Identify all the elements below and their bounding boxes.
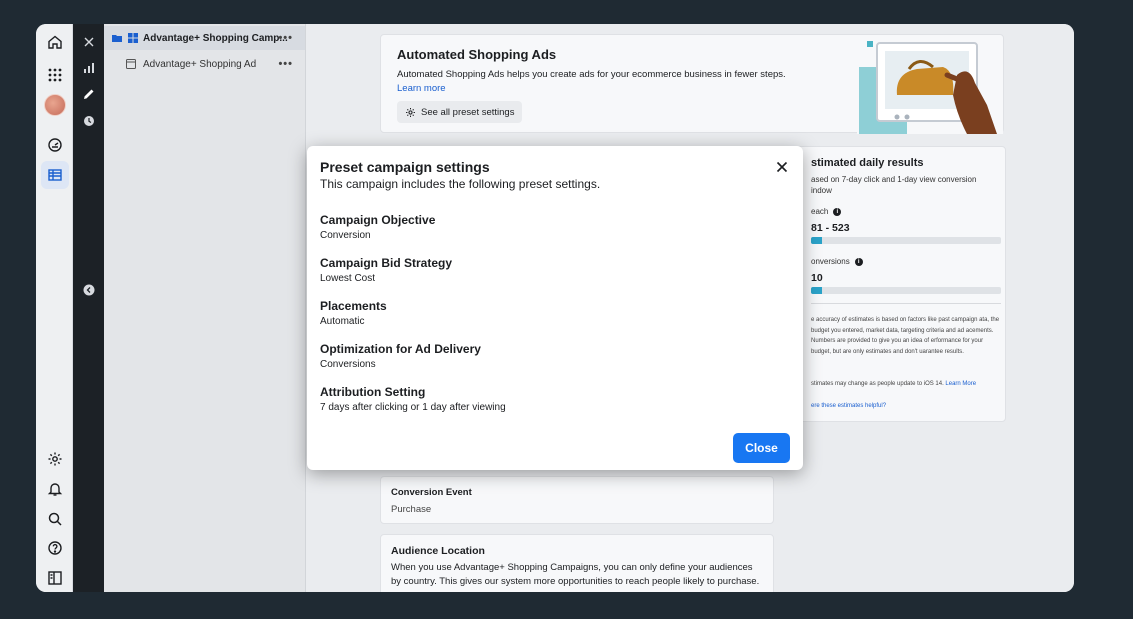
estimates-note: e accuracy of estimates is based on fact… [811,317,1000,355]
setting-value: Automatic [320,316,365,327]
conversions-label: onversions i [811,257,863,266]
close-button[interactable]: Close [733,433,790,463]
gear-icon [406,107,415,117]
ios-learn-more-link[interactable]: Learn More [945,381,976,387]
conversions-bar [811,287,1001,294]
close-icon[interactable] [775,160,789,174]
setting-label: Optimization for Ad Delivery [320,342,481,356]
chart-icon[interactable] [80,59,97,76]
dialog-subtitle: This campaign includes the following pre… [320,177,601,191]
estimates-divider [811,303,1001,304]
panel-toggle-icon[interactable] [41,564,69,592]
conversion-event-value: Purchase [391,504,432,515]
conversion-event-card: Conversion Event Purchase [380,476,774,524]
info-icon[interactable]: i [854,257,863,266]
collapse-icon[interactable] [80,281,97,298]
reach-bar-fill [811,237,823,244]
setting-optimization: Optimization for Ad Delivery Conversions [320,342,481,370]
learn-more-link[interactable]: Learn more [397,83,446,94]
automated-title: Automated Shopping Ads [397,47,557,62]
tree-item-ad-label: Advantage+ Shopping Ad [143,58,257,70]
conversion-event-title: Conversion Event [391,487,472,498]
setting-value: Conversion [320,230,371,241]
estimated-results-card: stimated daily results ased on 7-day cli… [796,146,1006,422]
left-nav-rail [36,24,73,592]
setting-attribution: Attribution Setting 7 days after clickin… [320,385,506,413]
setting-placements: Placements Automatic [320,299,387,327]
search-icon[interactable] [41,505,69,533]
setting-label: Placements [320,299,387,313]
dashboard-icon[interactable] [41,131,69,159]
setting-bid-strategy: Campaign Bid Strategy Lowest Cost [320,256,452,284]
conversions-bar-fill [811,287,823,294]
shopping-illustration [857,41,1003,134]
ad-more-options[interactable]: ••• [278,58,293,70]
table-icon[interactable] [41,161,69,189]
automated-shopping-card: Automated Shopping Ads Automated Shoppin… [380,34,1004,134]
setting-label: Campaign Objective [320,213,436,227]
close-icon[interactable] [80,33,97,50]
avatar[interactable] [41,91,69,119]
preset-settings-dialog: Preset campaign settings This campaign i… [307,146,803,470]
setting-label: Attribution Setting [320,385,426,399]
reach-value: 81 - 523 [811,222,850,234]
tree-item-ad[interactable]: Advantage+ Shopping Ad ••• [104,52,305,76]
automated-description: Automated Shopping Ads helps you create … [397,69,786,80]
apps-grid-icon[interactable] [41,61,69,89]
reach-label: each i [811,207,842,216]
ios-note: stimates may change as people update to … [811,379,1001,390]
see-preset-settings-label: See all preset settings [421,106,515,118]
campaign-more-options[interactable]: ••• [278,32,293,44]
audience-location-title: Audience Location [391,545,485,557]
ad-icon [125,58,137,70]
estimates-helpful-link[interactable]: ere these estimates helpful? [811,403,886,409]
setting-label: Campaign Bid Strategy [320,256,453,270]
avatar-image [44,94,66,116]
conversions-value: 10 [811,272,823,284]
see-preset-settings-button[interactable]: See all preset settings [397,101,523,123]
setting-value: 7 days after clicking or 1 day after vie… [320,402,506,413]
history-icon[interactable] [80,112,97,129]
edit-icon[interactable] [80,85,97,102]
campaign-tree: Advantage+ Shopping Camp... ••• Advantag… [104,24,306,592]
audience-location-card: Audience Location When you use Advantage… [380,534,774,592]
tree-item-campaign[interactable]: Advantage+ Shopping Camp... ••• [104,26,305,50]
estimated-results-title: stimated daily results [811,157,924,169]
home-icon[interactable] [41,28,69,56]
reach-label-text: each [811,207,829,216]
reach-bar [811,237,1001,244]
setting-value: Conversions [320,359,376,370]
audience-location-description: When you use Advantage+ Shopping Campaig… [391,562,760,587]
editor-tool-strip [73,24,104,592]
info-icon[interactable]: i [833,207,842,216]
tree-item-campaign-label: Advantage+ Shopping Camp... [143,32,288,44]
notifications-icon[interactable] [41,475,69,503]
campaign-grid-icon [127,32,139,44]
estimated-results-subtitle: ased on 7-day click and 1-day view conve… [811,175,977,195]
conversions-label-text: onversions [811,257,850,266]
help-icon[interactable] [41,534,69,562]
ios-note-text: stimates may change as people update to … [811,381,944,387]
folder-icon [111,32,123,44]
dialog-title: Preset campaign settings [320,159,490,175]
setting-campaign-objective: Campaign Objective Conversion [320,213,435,241]
setting-value: Lowest Cost [320,273,376,284]
settings-icon[interactable] [41,445,69,473]
